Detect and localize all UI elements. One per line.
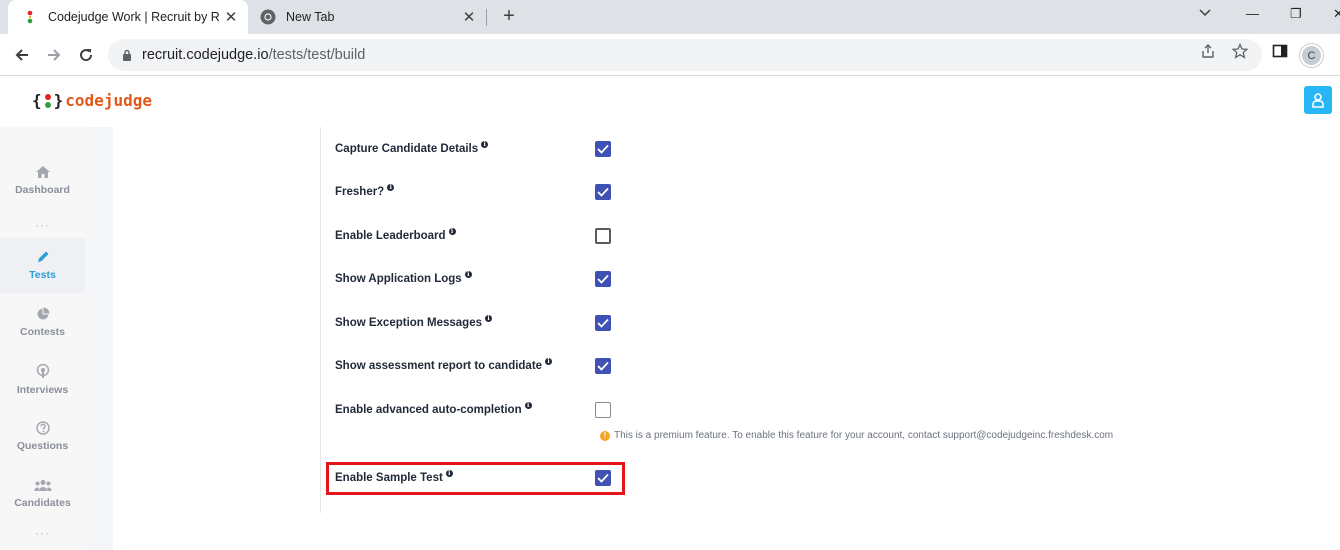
section-divider <box>320 127 321 513</box>
setting-show-exception-messages-label: Show Exception Messages i <box>335 315 492 329</box>
browser-toolbar: recruit.codejudge.io/tests/test/build C <box>0 34 1340 76</box>
info-icon[interactable]: i <box>481 141 489 148</box>
setting-show-assessment-report-label: Show assessment report to candidate i <box>335 358 553 372</box>
logo-close-brace: } <box>53 91 64 110</box>
browser-tab-bar: Codejudge Work | Recruit by Rea ✕ New Ta… <box>0 0 1340 34</box>
sidebar-item-label: Contests <box>20 326 65 338</box>
checkmark-icon <box>597 318 609 328</box>
setting-label-text: Show Application Logs <box>335 273 462 285</box>
sidebar-item-label: Candidates <box>14 496 71 509</box>
sidebar-item-label: Dashboard <box>15 184 70 196</box>
tab-new-tab[interactable]: New Tab ✕ <box>248 0 486 34</box>
profile-avatar[interactable]: C <box>1300 44 1323 67</box>
setting-label-text: Show assessment report to candidate <box>335 360 543 372</box>
share-icon[interactable] <box>1199 42 1217 60</box>
url-path: /tests/test/build <box>268 47 366 63</box>
logo-open-brace: { <box>32 91 42 110</box>
setting-label-text: Enable Leaderboard <box>335 230 446 242</box>
user-account-button[interactable] <box>1304 86 1332 114</box>
bookmark-star-icon[interactable] <box>1231 42 1249 60</box>
advanced-auto-completion-checkbox[interactable] <box>595 402 611 418</box>
lock-icon <box>122 49 132 61</box>
setting-fresher-label: Fresher? i <box>335 184 395 198</box>
setting-advanced-auto-completion-label: Enable advanced auto-completion i <box>335 402 532 416</box>
user-icon <box>1312 93 1324 108</box>
sidebar-item-label: Tests <box>29 269 56 281</box>
minimize-button[interactable]: — <box>1246 6 1259 21</box>
show-assessment-report-checkbox[interactable] <box>595 358 611 374</box>
podcast-icon <box>36 363 49 378</box>
setting-label-text: Show Exception Messages <box>335 317 482 329</box>
question-icon <box>35 421 50 435</box>
home-icon <box>35 166 50 178</box>
tab-title: Codejudge Work | Recruit by Rea <box>48 10 220 24</box>
sidebar-item-contests[interactable]: Contests <box>0 295 85 350</box>
info-icon[interactable]: i <box>464 271 472 278</box>
highlight-box <box>326 462 625 495</box>
capture-candidate-details-checkbox[interactable] <box>595 141 611 157</box>
app-header: { } codejudge <box>0 77 1340 127</box>
tab-close-icon[interactable]: ✕ <box>458 8 480 26</box>
setting-enable-leaderboard-label: Enable Leaderboard i <box>335 228 456 242</box>
fresher-checkbox[interactable] <box>595 184 611 200</box>
info-icon[interactable]: i <box>524 402 532 409</box>
address-bar[interactable]: recruit.codejudge.io/tests/test/build <box>108 39 1262 71</box>
sidebar-item-label: Questions <box>16 440 69 452</box>
sidebar-item-candidates[interactable]: Candidates <box>0 466 85 521</box>
forward-arrow-icon[interactable] <box>42 43 66 67</box>
info-icon[interactable]: i <box>448 228 456 235</box>
info-icon[interactable]: i <box>485 315 492 322</box>
tab-codejudge[interactable]: Codejudge Work | Recruit by Rea ✕ <box>8 0 248 34</box>
premium-note-text: This is a premium feature. To enable thi… <box>614 430 1114 441</box>
logo-dots-icon <box>44 93 51 109</box>
sidebar-item-interviews[interactable]: Interviews <box>0 352 85 407</box>
logo-wordmark: codejudge <box>65 91 152 110</box>
sidebar: Dashboard ··· Tests Contests Interviews … <box>0 127 85 550</box>
new-tab-button[interactable]: + <box>498 5 520 29</box>
setting-label-text: Enable advanced auto-completion <box>335 404 522 416</box>
reload-icon[interactable] <box>74 43 98 67</box>
content-gutter <box>85 127 113 550</box>
checkmark-icon <box>597 361 609 371</box>
sidebar-item-questions[interactable]: Questions <box>0 409 85 464</box>
back-arrow-icon[interactable] <box>10 43 34 67</box>
side-panel-icon[interactable] <box>1271 42 1289 60</box>
sidebar-item-label: Interviews <box>16 383 69 396</box>
show-application-logs-checkbox[interactable] <box>595 271 611 287</box>
tab-search-icon[interactable] <box>1198 6 1212 23</box>
sidebar-more-dots[interactable]: ··· <box>0 526 85 540</box>
sidebar-item-dashboard[interactable]: Dashboard <box>0 153 85 208</box>
tab-title: New Tab <box>286 10 335 24</box>
warning-icon: ! <box>600 430 610 441</box>
checkmark-icon <box>597 144 609 154</box>
users-icon <box>33 479 52 491</box>
setting-show-application-logs-label: Show Application Logs i <box>335 271 472 285</box>
setting-label-text: Capture Candidate Details <box>335 143 479 155</box>
info-icon[interactable]: i <box>387 184 395 191</box>
enable-leaderboard-checkbox[interactable] <box>595 228 611 244</box>
pie-chart-icon <box>37 307 49 320</box>
tab-separator <box>486 9 487 26</box>
sidebar-item-tests[interactable]: Tests <box>0 238 85 293</box>
chrome-icon <box>260 9 276 25</box>
checkmark-icon <box>597 274 609 284</box>
codejudge-favicon-icon <box>22 9 38 25</box>
pencil-icon <box>37 251 48 262</box>
premium-feature-note: ! This is a premium feature. To enable t… <box>600 430 1113 441</box>
checkmark-icon <box>597 187 609 197</box>
setting-label-text: Fresher? <box>335 186 385 198</box>
sidebar-separator-dots: ··· <box>35 218 50 232</box>
url-host: recruit.codejudge.io <box>142 47 269 63</box>
close-window-button[interactable]: ✕ <box>1333 6 1340 22</box>
setting-capture-candidate-details-label: Capture Candidate Details i <box>335 141 489 155</box>
show-exception-messages-checkbox[interactable] <box>595 315 611 331</box>
test-settings-panel <box>113 127 1340 550</box>
codejudge-logo[interactable]: { } codejudge <box>32 91 152 110</box>
restore-button[interactable]: ❐ <box>1290 6 1302 22</box>
info-icon[interactable]: i <box>545 358 553 365</box>
tab-close-icon[interactable]: ✕ <box>220 8 242 26</box>
